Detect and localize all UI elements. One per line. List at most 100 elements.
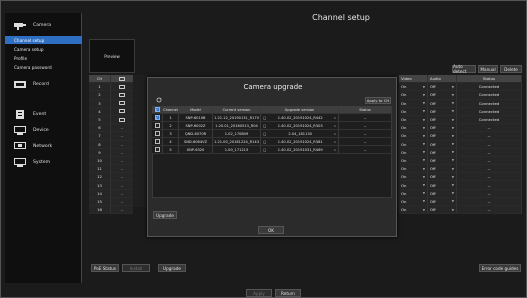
audio-select[interactable]: Off ▼ (428, 165, 457, 173)
network-icon (13, 141, 27, 151)
return-button[interactable]: Return (275, 289, 301, 297)
select-all-checkbox[interactable]: ✓ (152, 106, 163, 113)
audio-select[interactable]: Off ▼ (428, 132, 457, 140)
audio-select[interactable]: Off ▼ (428, 115, 457, 124)
auto-detect-button[interactable]: Auto detect (452, 64, 476, 74)
search-icon[interactable]: ⌕ (334, 132, 336, 136)
sidebar-sub-camera-password[interactable]: Camera password (5, 63, 82, 71)
sidebar-item-record[interactable]: Record (5, 77, 82, 91)
table-row[interactable]: 16 -- (89, 206, 133, 215)
dialog-ok-button[interactable]: OK (258, 226, 284, 234)
table-row[interactable]: 9 -- (89, 148, 133, 157)
table-row[interactable]: 3 (89, 99, 133, 108)
file-icon[interactable]: ▢ (263, 148, 266, 152)
table-row[interactable]: 6 -- (89, 124, 133, 133)
dropdown-arrow-icon: ▼ (422, 142, 425, 147)
audio-select[interactable]: Off ▼ (428, 181, 457, 189)
poe-status-button[interactable]: PoE Status (91, 264, 119, 272)
row-checkbox[interactable] (152, 138, 163, 145)
apply-button[interactable]: Apply (246, 289, 272, 297)
status-cell: Connected (457, 115, 522, 124)
audio-select[interactable]: Off ▼ (428, 99, 457, 107)
file-icon[interactable]: ▢ (263, 140, 266, 144)
search-icon[interactable]: ⌕ (334, 140, 336, 144)
table-row[interactable]: 15 -- (89, 197, 133, 206)
file-icon[interactable]: ▢ (263, 116, 266, 120)
row-checkbox[interactable] (152, 146, 163, 153)
table-row[interactable]: 8 -- (89, 140, 133, 149)
table-row[interactable]: 5 (89, 115, 133, 125)
sidebar-sub-profile[interactable]: Profile (5, 54, 82, 62)
upgrade-version-cell[interactable]: ▢ 1.40.02_20191031_R469 ⌕ (261, 146, 339, 153)
video-select[interactable]: On ▼ (399, 181, 428, 189)
upgrade-main-button[interactable]: Upgrade (158, 264, 186, 272)
video-select[interactable]: On ▼ (399, 148, 428, 156)
manual-button[interactable]: Manual (478, 65, 498, 73)
audio-select[interactable]: Off ▼ (428, 124, 457, 132)
video-select[interactable]: On ▼ (399, 165, 428, 173)
table-row[interactable]: 12 -- (89, 173, 133, 182)
video-select[interactable]: On ▼ (399, 206, 428, 214)
sidebar-item-device[interactable]: Device (5, 123, 82, 137)
video-select[interactable]: On ▼ (399, 140, 428, 148)
sidebar-item-system[interactable]: System (5, 155, 82, 169)
search-icon[interactable]: ⌕ (334, 148, 336, 152)
record-icon (13, 79, 27, 89)
table-row[interactable]: 7 -- (89, 132, 133, 141)
audio-select[interactable]: Off ▼ (428, 156, 457, 165)
audio-select[interactable]: Off ▼ (428, 173, 457, 181)
channel-number: 12 (89, 173, 111, 181)
video-select[interactable]: On ▼ (399, 124, 428, 132)
audio-select[interactable]: Off ▼ (428, 83, 457, 91)
sidebar-item-network[interactable]: Network (5, 139, 82, 153)
upgrade-version-cell[interactable]: ▢ 1.40.02_20191024_R303 ⌕ (261, 122, 339, 129)
error-code-guides-button[interactable]: Error code guides (479, 264, 521, 272)
video-select[interactable]: On ▼ (399, 91, 428, 99)
sidebar-item-event[interactable]: Event (5, 107, 82, 121)
monitor-empty: -- (111, 132, 133, 140)
search-icon[interactable]: ⌕ (334, 124, 336, 128)
table-row[interactable]: 14 -- (89, 189, 133, 198)
video-select[interactable]: On ▼ (399, 115, 428, 124)
table-row[interactable]: 10 -- (89, 156, 133, 166)
video-select[interactable]: On ▼ (399, 99, 428, 107)
install-button[interactable]: Install (122, 264, 150, 272)
audio-select[interactable]: Off ▼ (428, 107, 457, 115)
table-row[interactable]: 11 -- (89, 165, 133, 174)
video-select[interactable]: On ▼ (399, 107, 428, 115)
sidebar-sub-camera-setup[interactable]: Camera setup (5, 45, 82, 53)
refresh-icon[interactable] (156, 97, 162, 104)
search-icon[interactable]: ⌕ (334, 116, 336, 120)
table-row[interactable]: 4 (89, 107, 133, 116)
status-cell: -- (457, 140, 522, 148)
sidebar-sub-channel-setup[interactable]: Channel setup (5, 36, 82, 44)
upgrade-version-cell[interactable]: ▢ 2.04_181130 ⌕ (261, 130, 339, 137)
file-icon[interactable]: ▢ (263, 124, 266, 128)
audio-select[interactable]: Off ▼ (428, 189, 457, 197)
video-select[interactable]: On ▼ (399, 83, 428, 91)
video-select[interactable]: On ▼ (399, 189, 428, 197)
audio-select[interactable]: Off ▼ (428, 91, 457, 99)
sidebar-item-camera[interactable]: Camera (5, 17, 82, 33)
delete-button[interactable]: Delete (500, 65, 522, 73)
table-row[interactable]: 13 -- (89, 181, 133, 190)
video-select[interactable]: On ▼ (399, 156, 428, 165)
video-select[interactable]: On ▼ (399, 132, 428, 140)
row-checkbox[interactable] (152, 130, 163, 137)
audio-select[interactable]: Off ▼ (428, 148, 457, 156)
upgrade-version-cell[interactable]: ▢ 1.40.02_20191024_R442 ⌕ (261, 114, 339, 121)
apply-to-ch-button[interactable]: Apply to CH (365, 97, 391, 104)
upgrade-version-cell[interactable]: ▢ 1.40.02_20191024_R381 ⌕ (261, 138, 339, 145)
table-row[interactable]: 1 (89, 83, 133, 92)
row-checkbox[interactable]: ✓ (152, 114, 163, 121)
file-icon[interactable]: ▢ (263, 132, 266, 136)
video-select[interactable]: On ▼ (399, 197, 428, 205)
audio-select[interactable]: Off ▼ (428, 206, 457, 214)
video-select[interactable]: On ▼ (399, 173, 428, 181)
audio-select[interactable]: Off ▼ (428, 140, 457, 148)
row-checkbox[interactable] (152, 122, 163, 129)
dialog-upgrade-button[interactable]: Upgrade (153, 211, 177, 219)
table-row: On ▼ Off ▼ Connected (399, 115, 522, 125)
table-row[interactable]: 2 (89, 91, 133, 100)
audio-select[interactable]: Off ▼ (428, 197, 457, 205)
